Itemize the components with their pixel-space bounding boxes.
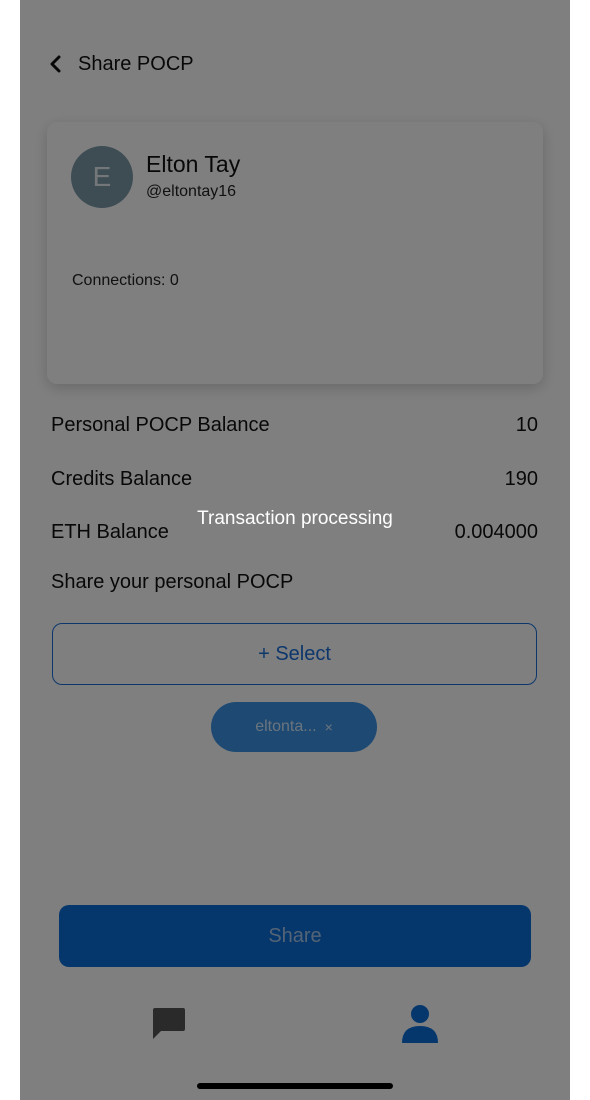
- processing-message: Transaction processing: [197, 508, 393, 529]
- app-screen: Share POCP E Elton Tay @eltontay16 Conne…: [20, 0, 570, 1100]
- right-margin: [570, 0, 590, 1100]
- processing-overlay: [20, 0, 570, 1100]
- left-margin: [0, 0, 20, 1100]
